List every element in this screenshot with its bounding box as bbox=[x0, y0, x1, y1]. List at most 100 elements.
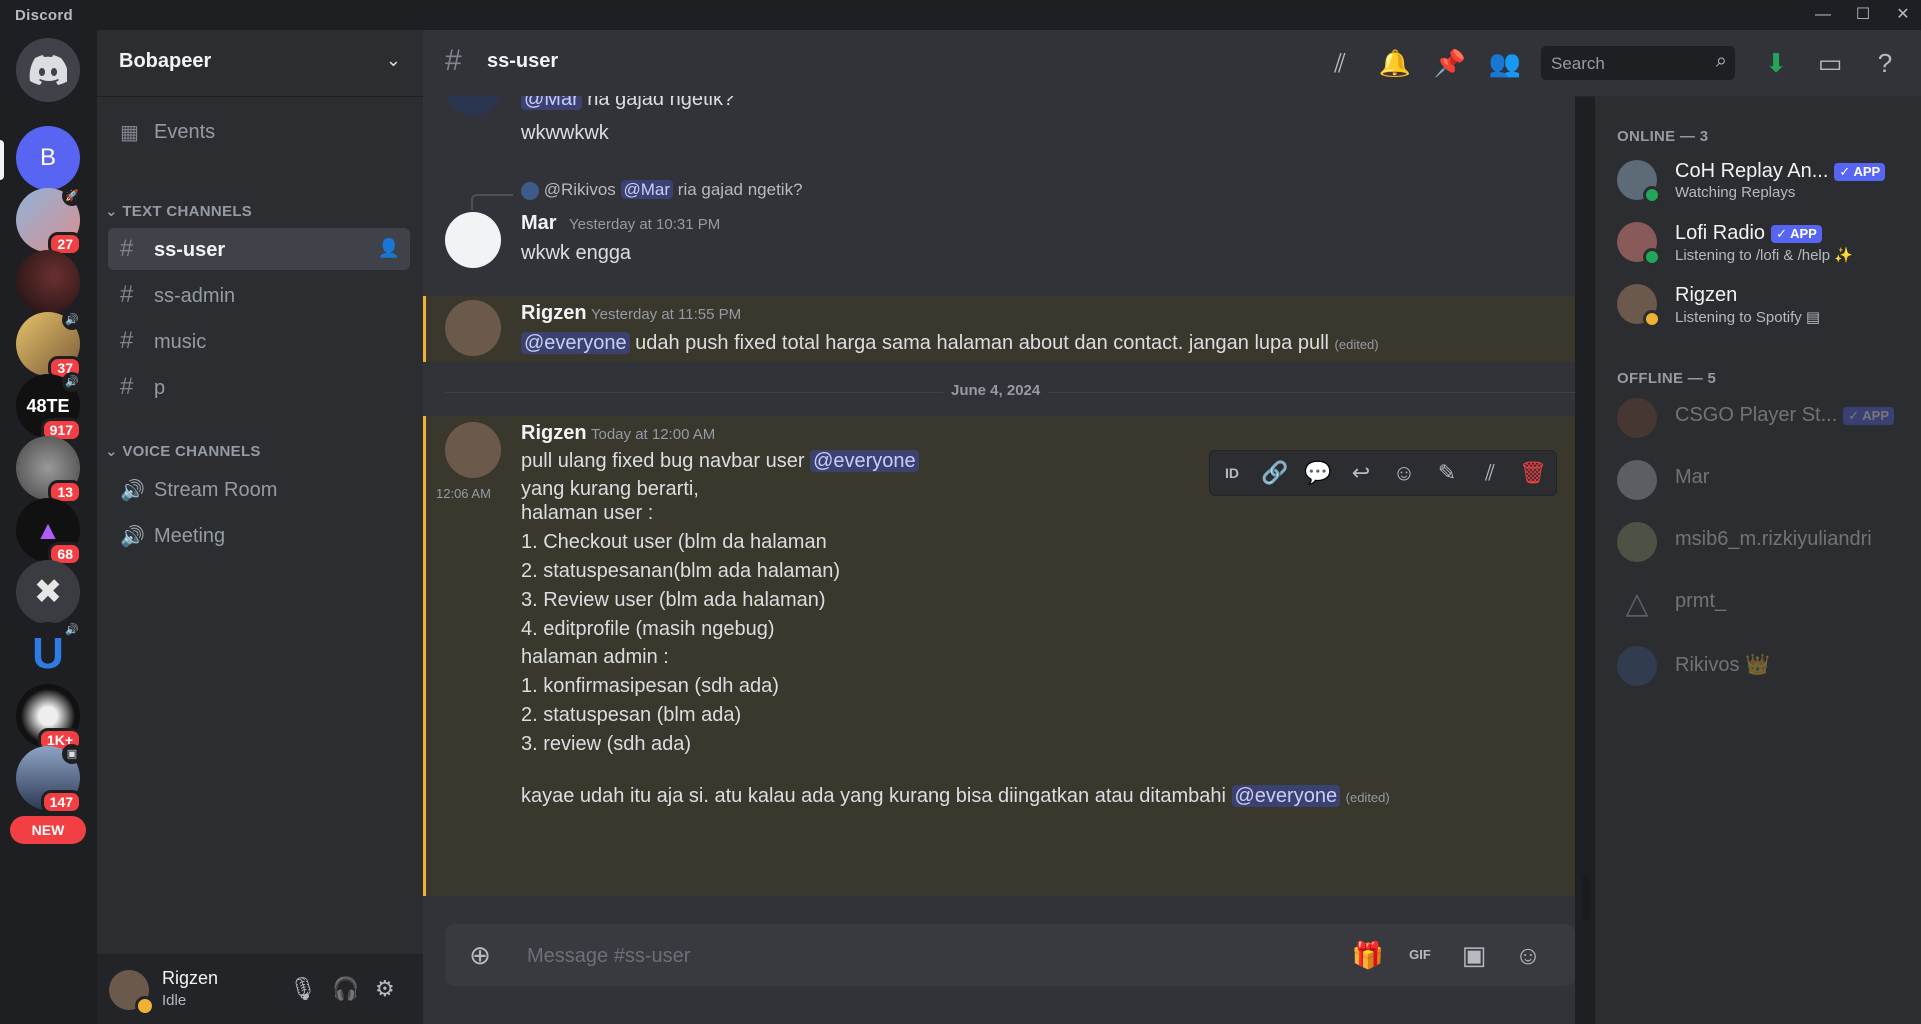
message-author[interactable]: Mar bbox=[521, 212, 557, 235]
message-line: halaman admin : bbox=[521, 646, 669, 668]
pinned-messages-icon[interactable]: 📌 bbox=[1433, 46, 1467, 80]
message-line: 3. Review user (blm ada halaman) bbox=[521, 589, 826, 611]
microphone-icon[interactable]: 🎙 bbox=[289, 976, 317, 1002]
highlighted-message: Rigzen Yesterday at 11:55 PM @everyone u… bbox=[423, 296, 1575, 362]
server-item[interactable]: ✖ bbox=[16, 560, 80, 624]
create-thread-icon[interactable]: 💬 bbox=[1302, 457, 1334, 489]
mention[interactable]: @Mar bbox=[521, 96, 582, 110]
user-panel: Rigzen Idle 🎙 🎧 ⚙ bbox=[97, 954, 423, 1024]
reply-connector bbox=[471, 194, 513, 210]
mention[interactable]: @everyone bbox=[1231, 785, 1341, 807]
reply-icon[interactable]: ↩ bbox=[1345, 457, 1377, 489]
channel-label: Meeting bbox=[154, 525, 226, 547]
channel-sidebar: Bobapeer ⌄ ▦ Events ⌄ TEXT CHANNELS # ss… bbox=[97, 30, 423, 1024]
server-item[interactable]: 🚀 27 bbox=[16, 186, 82, 256]
member-item[interactable]: Rikivos 👑 bbox=[1617, 638, 1917, 692]
avatar[interactable] bbox=[445, 212, 501, 268]
message-author[interactable]: Rigzen bbox=[521, 422, 587, 445]
server-item[interactable]: U 🔊 bbox=[16, 620, 82, 686]
channel-ss-admin[interactable]: # ss-admin bbox=[108, 274, 410, 316]
help-icon[interactable]: ? bbox=[1868, 46, 1902, 80]
download-icon[interactable]: ⬇ bbox=[1759, 46, 1793, 80]
server-item[interactable]: 13 bbox=[16, 436, 82, 504]
avatar[interactable] bbox=[445, 422, 501, 478]
voice-channels-category[interactable]: ⌄ VOICE CHANNELS bbox=[105, 442, 261, 460]
user-status: Idle bbox=[162, 992, 187, 1009]
text-channels-category[interactable]: ⌄ TEXT CHANNELS bbox=[105, 202, 252, 220]
message-author[interactable]: Rigzen bbox=[521, 302, 587, 325]
server-item[interactable]: 1K+ bbox=[16, 684, 82, 752]
member-name: Mar bbox=[1675, 466, 1710, 488]
threads-icon[interactable]: ⫽ bbox=[1323, 46, 1357, 80]
message-text: wkwwkwk bbox=[521, 122, 609, 144]
message-text: pull ulang fixed bug navbar user @everyo… bbox=[521, 450, 919, 473]
invite-icon[interactable]: 👤 bbox=[378, 238, 400, 259]
member-item[interactable]: Rigzen Listening to Spotify ▤ bbox=[1617, 276, 1917, 330]
search-box[interactable]: ⌕ bbox=[1541, 46, 1735, 80]
edit-pencil-icon[interactable]: ✎ bbox=[1431, 457, 1463, 489]
member-item[interactable]: △ prmt_ bbox=[1617, 576, 1917, 630]
avatar bbox=[1617, 646, 1657, 686]
triangle-avatar-icon: △ bbox=[1625, 587, 1649, 620]
calendar-icon: ▦ bbox=[120, 122, 139, 144]
member-item[interactable]: Lofi Radio ✓ APP Listening to /lofi & /he… bbox=[1617, 214, 1917, 268]
message-line: 3. review (sdh ada) bbox=[521, 733, 692, 755]
channel-ss-user[interactable]: # ss-user 👤 bbox=[108, 228, 410, 270]
member-item[interactable]: CSGO Player St... ✓ APP bbox=[1617, 390, 1917, 444]
channel-music[interactable]: # music bbox=[108, 320, 410, 362]
maximize-button[interactable]: ☐ bbox=[1848, 4, 1878, 26]
message-actions-toolbar: ID 🔗 💬 ↩ ☺ ✎ ⫽ 🗑 bbox=[1209, 450, 1557, 496]
guild-header[interactable]: Bobapeer ⌄ bbox=[97, 30, 423, 97]
copy-id-icon[interactable]: ID bbox=[1216, 457, 1248, 489]
mention[interactable]: @everyone bbox=[521, 332, 630, 354]
server-bobapeer[interactable]: B bbox=[16, 126, 80, 190]
server-item[interactable]: 🔊 37 bbox=[16, 310, 82, 380]
gif-icon[interactable]: GIF bbox=[1403, 938, 1437, 972]
member-list-icon[interactable]: 👥 bbox=[1488, 46, 1522, 80]
settings-gear-icon[interactable]: ⚙ bbox=[375, 976, 395, 1002]
minimize-button[interactable]: — bbox=[1808, 4, 1838, 26]
add-reaction-icon[interactable]: ☺ bbox=[1388, 457, 1420, 489]
emoji-icon[interactable]: ☺ bbox=[1511, 938, 1545, 972]
copy-link-icon[interactable]: 🔗 bbox=[1259, 457, 1291, 489]
voice-channel-meeting[interactable]: 🔊 Meeting bbox=[108, 514, 410, 556]
channel-label: ss-user bbox=[154, 239, 226, 261]
add-attachment-icon[interactable]: ⊕ bbox=[463, 938, 497, 972]
server-item[interactable]: ▲ 68 bbox=[16, 498, 82, 566]
app-title: Discord bbox=[15, 7, 73, 24]
server-item[interactable]: 48TE 🔊 917 bbox=[16, 372, 82, 442]
events-item[interactable]: ▦ Events bbox=[108, 110, 410, 152]
server-item[interactable]: ▣ 147 bbox=[16, 744, 82, 814]
threads-icon[interactable]: ⫽ bbox=[1474, 457, 1506, 489]
chevron-down-icon: ⌄ bbox=[105, 203, 123, 220]
headphones-icon[interactable]: 🎧 bbox=[332, 976, 359, 1002]
close-window-button[interactable]: ✕ bbox=[1888, 4, 1918, 26]
channel-p[interactable]: # p bbox=[108, 366, 410, 408]
sticker-icon[interactable]: ▣ bbox=[1457, 938, 1491, 972]
delete-trash-icon[interactable]: 🗑 bbox=[1517, 457, 1549, 489]
avatar bbox=[1617, 398, 1657, 438]
member-name: Rigzen bbox=[1675, 284, 1738, 306]
member-item[interactable]: msib6_m.rizkiyuliandri bbox=[1617, 514, 1917, 568]
gift-icon[interactable]: 🎁 bbox=[1351, 938, 1385, 972]
reply-reference[interactable]: @Rikivos @Mar ria gajad ngetik? bbox=[521, 180, 803, 200]
server-item[interactable] bbox=[16, 250, 80, 314]
message-scrollbar[interactable] bbox=[1582, 876, 1590, 920]
message-line: 2. statuspesanan(blm ada halaman) bbox=[521, 560, 841, 582]
member-item[interactable]: Mar bbox=[1617, 452, 1917, 506]
voice-channel-stream-room[interactable]: 🔊 Stream Room bbox=[108, 468, 410, 510]
mention[interactable]: @everyone bbox=[810, 450, 919, 472]
notification-bell-icon[interactable]: 🔔 bbox=[1378, 46, 1412, 80]
member-item[interactable]: CoH Replay An... ✓ APP Watching Replays bbox=[1617, 152, 1917, 206]
message-input[interactable] bbox=[525, 940, 1329, 972]
speaker-icon: 🔊 bbox=[62, 310, 82, 330]
server-item-new[interactable]: NEW bbox=[10, 808, 86, 848]
avatar[interactable] bbox=[445, 96, 501, 116]
date-divider-label: June 4, 2024 bbox=[943, 382, 1049, 399]
server-rail: B 🚀 27 🔊 37 48TE 🔊 917 13 ▲ 68 ✖ U 🔊 1K+… bbox=[0, 30, 97, 1024]
guild-name: Bobapeer bbox=[119, 50, 212, 72]
search-input[interactable] bbox=[1549, 52, 1703, 76]
inbox-icon[interactable]: ▭ bbox=[1813, 46, 1847, 80]
avatar[interactable] bbox=[445, 300, 501, 356]
discord-home-button[interactable] bbox=[16, 38, 80, 102]
